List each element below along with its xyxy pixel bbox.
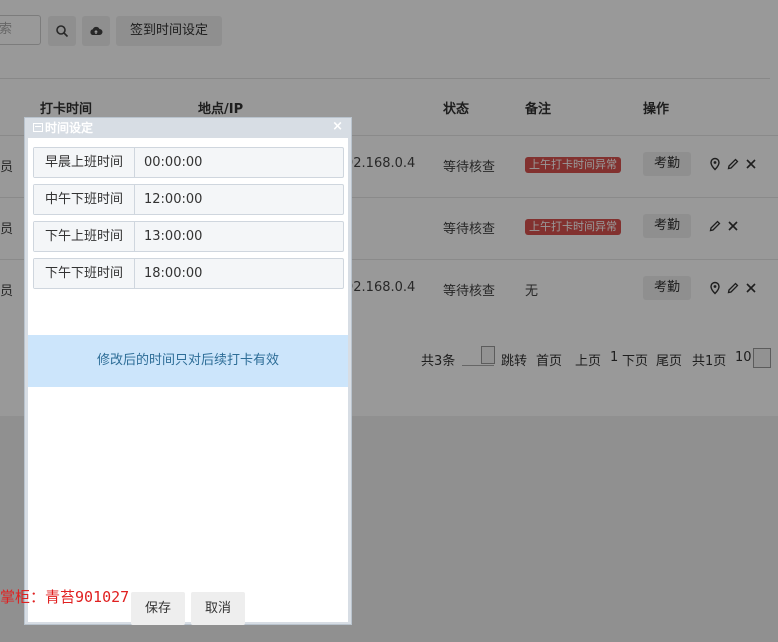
time-setting-dialog: 时间设定 × 早晨上班时间 00:00:00 中午下班时间 12:00:00 下… bbox=[24, 117, 352, 625]
dialog-title-bar[interactable]: 时间设定 × bbox=[25, 118, 351, 138]
morning-start-field: 早晨上班时间 00:00:00 bbox=[33, 147, 344, 178]
dialog-title: 时间设定 bbox=[45, 121, 94, 135]
close-icon[interactable]: × bbox=[332, 118, 343, 136]
watermark-text: 掌柜：青苔901027 bbox=[0, 588, 130, 606]
morning-start-input[interactable]: 00:00:00 bbox=[136, 148, 342, 177]
field-label: 早晨上班时间 bbox=[34, 148, 135, 177]
field-label: 中午下班时间 bbox=[34, 185, 135, 214]
afternoon-start-field: 下午上班时间 13:00:00 bbox=[33, 221, 344, 252]
noon-end-field: 中午下班时间 12:00:00 bbox=[33, 184, 344, 215]
save-button[interactable]: 保存 bbox=[131, 592, 186, 625]
afternoon-end-input[interactable]: 18:00:00 bbox=[136, 259, 342, 288]
afternoon-end-field: 下午下班时间 18:00:00 bbox=[33, 258, 344, 289]
noon-end-input[interactable]: 12:00:00 bbox=[136, 185, 342, 214]
window-icon bbox=[33, 123, 43, 132]
cancel-button[interactable]: 取消 bbox=[191, 592, 246, 625]
afternoon-start-input[interactable]: 13:00:00 bbox=[136, 222, 342, 251]
field-label: 下午上班时间 bbox=[34, 222, 135, 251]
field-label: 下午下班时间 bbox=[34, 259, 135, 288]
info-notice: 修改后的时间只对后续打卡有效 bbox=[28, 335, 348, 387]
dialog-body: 早晨上班时间 00:00:00 中午下班时间 12:00:00 下午上班时间 1… bbox=[28, 138, 348, 625]
